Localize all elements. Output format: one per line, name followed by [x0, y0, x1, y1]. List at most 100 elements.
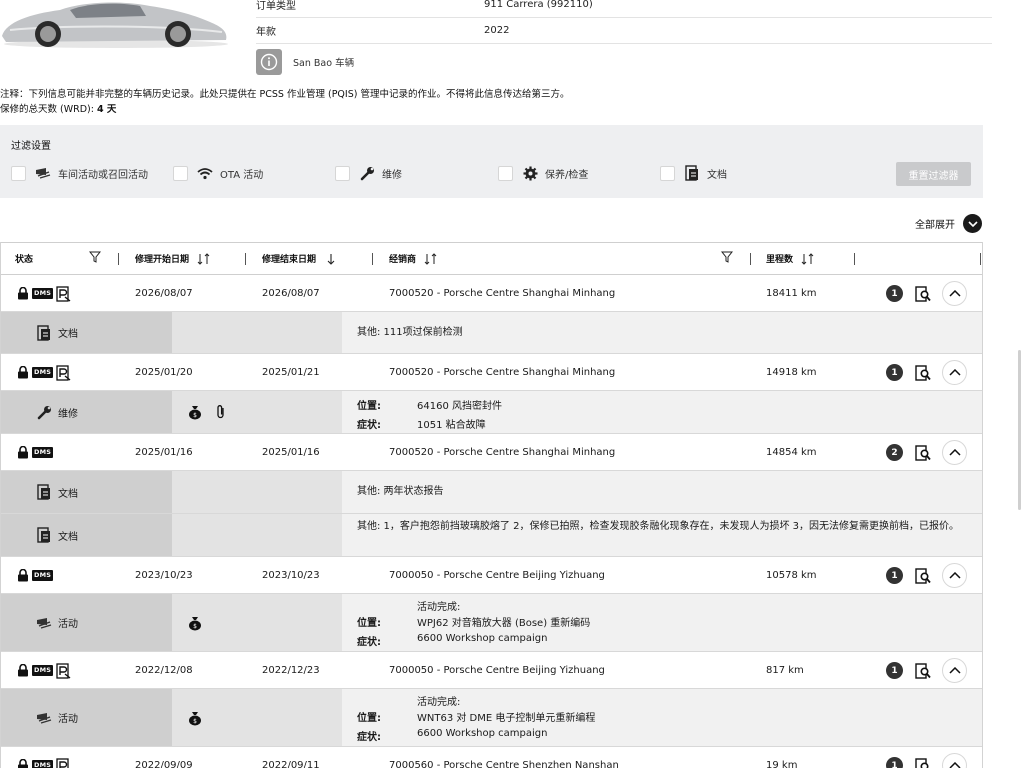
attachment-cell [172, 514, 342, 556]
paperclip-icon[interactable] [215, 404, 227, 420]
column-dealer[interactable]: 经销商 [389, 243, 438, 274]
sub-row: 文档 其他: 111项过保前检测 [1, 312, 982, 354]
info-icon [256, 49, 282, 75]
entry-count-badge: 1 [886, 757, 903, 768]
document-search-icon[interactable] [914, 662, 932, 680]
sub-row: 文档 其他: 1，客户抱怨前挡玻璃胶熔了 2，保修已拍照，检查发现胶条融化现象存… [1, 514, 982, 557]
dealer: 7000050 - Porsche Centre Beijing Yizhuan… [389, 665, 605, 676]
expand-all-label: 全部展开 [915, 220, 955, 231]
collapse-button[interactable] [942, 563, 967, 588]
status-icons: DMS [17, 275, 72, 312]
table-row[interactable]: DMS 2025/01/20 2025/01/21 7000520 - Pors… [1, 354, 982, 391]
start-date: 2023/10/23 [135, 570, 193, 581]
end-date: 2023/10/23 [262, 570, 320, 581]
sub-row: 维修 $ 位置: 64160 风挡密封件 症状: 1051 粘合故障 [1, 391, 982, 434]
repair-checkbox[interactable] [335, 165, 350, 181]
lock-icon [18, 664, 28, 677]
filter-option-repair[interactable]: 维修 [335, 165, 402, 181]
end-date: 2022/09/11 [262, 760, 320, 768]
attachment-cell: $ [172, 594, 342, 651]
svg-text:$: $ [193, 623, 197, 630]
document-search-icon[interactable] [914, 757, 932, 768]
collapse-button[interactable] [942, 658, 967, 683]
model-year-label: 年款 [256, 27, 276, 38]
table-header: 状态 修理开始日期 修理结束日期 经销商 里程数 [1, 242, 982, 275]
document-search-icon[interactable] [914, 285, 932, 303]
filter-icon[interactable] [720, 251, 734, 266]
end-date: 2026/08/07 [262, 288, 320, 299]
lock-icon [18, 569, 28, 582]
document-checkbox[interactable] [660, 165, 675, 181]
history-table: 状态 修理开始日期 修理结束日期 经销商 里程数 DMS 2026/08/07 … [0, 242, 983, 768]
money-bag-icon[interactable]: $ [188, 615, 202, 631]
filter-option-label: 保养/检查 [545, 169, 589, 181]
sub-row: 文档 其他: 两年状态报告 [1, 471, 982, 514]
status-icons: DMS [17, 747, 72, 768]
maintenance-checkbox[interactable] [498, 165, 513, 181]
campaign-checkbox[interactable] [11, 165, 26, 181]
table-row[interactable]: DMS 2026/08/07 2026/08/07 7000520 - Pors… [1, 275, 982, 312]
collapse-button[interactable] [942, 360, 967, 385]
sub-description: 其他: 两年状态报告 [357, 486, 444, 497]
money-bag-icon[interactable]: $ [188, 404, 202, 420]
wrench-icon [36, 404, 52, 420]
lock-icon [18, 287, 28, 300]
status-icons: DMS [17, 652, 72, 689]
lock-icon [18, 446, 28, 459]
entry-count-badge: 1 [886, 364, 903, 381]
document-icon [36, 484, 52, 500]
dms-badge: DMS [32, 570, 54, 581]
mileage: 10578 km [766, 570, 817, 581]
chevron-down-icon[interactable] [963, 214, 982, 233]
sub-type: 文档 [1, 514, 172, 556]
dealer: 7000560 - Porsche Centre Shenzhen Nansha… [389, 760, 619, 768]
column-end-date[interactable]: 修理结束日期 [262, 243, 336, 274]
ota-checkbox[interactable] [173, 165, 188, 181]
collapse-button[interactable] [942, 440, 967, 465]
filter-option-document[interactable]: 文档 [660, 165, 727, 181]
mileage: 817 km [766, 665, 804, 676]
attachment-cell [172, 471, 342, 513]
attachment-cell: $ [172, 689, 342, 746]
sort-icon[interactable] [424, 252, 438, 265]
filter-option-ota[interactable]: OTA 活动 [173, 165, 263, 181]
start-date: 2026/08/07 [135, 288, 193, 299]
filter-title: 过滤设置 [11, 141, 51, 152]
document-icon [36, 527, 52, 543]
start-date: 2022/09/09 [135, 760, 193, 768]
end-date: 2022/12/23 [262, 665, 320, 676]
reset-filter-button[interactable]: 重置过滤器 [896, 162, 971, 186]
wifi-icon [196, 165, 214, 181]
table-row[interactable]: DMS 2025/01/16 2025/01/16 7000520 - Pors… [1, 434, 982, 471]
filter-option-campaign[interactable]: 车间活动或召回活动 [11, 165, 148, 181]
table-row[interactable]: DMS 2022/12/08 2022/12/23 7000050 - Pors… [1, 652, 982, 689]
sub-row: 活动 $ 活动完成: 位置: WPJ62 对音箱放大器 (Bose) 重新编码 症… [1, 594, 982, 652]
column-start-date[interactable]: 修理开始日期 [135, 243, 211, 274]
expand-all-toggle[interactable]: 全部展开 [915, 214, 982, 233]
sanbao-indicator: San Bao 车辆 [256, 49, 354, 75]
model-year-value: 2022 [484, 25, 510, 36]
document-search-icon[interactable] [914, 364, 932, 382]
entry-count-badge: 1 [886, 567, 903, 584]
filter-option-label: 文档 [707, 169, 727, 181]
document-icon [683, 165, 701, 181]
money-bag-icon[interactable]: $ [188, 710, 202, 726]
entry-count-badge: 1 [886, 285, 903, 302]
manual-document-icon [56, 757, 69, 768]
sort-icon[interactable] [801, 252, 815, 265]
status-icons: DMS [17, 557, 54, 594]
sort-desc-icon[interactable] [326, 253, 336, 265]
dms-badge: DMS [32, 665, 54, 676]
document-search-icon[interactable] [914, 567, 932, 585]
collapse-button[interactable] [942, 753, 967, 768]
scrollbar[interactable] [1018, 350, 1021, 510]
document-search-icon[interactable] [914, 444, 932, 462]
column-mileage[interactable]: 里程数 [766, 243, 815, 274]
table-row[interactable]: DMS 2022/09/09 2022/09/11 7000560 - Pors… [1, 747, 982, 768]
collapse-button[interactable] [942, 281, 967, 306]
table-row[interactable]: DMS 2023/10/23 2023/10/23 7000050 - Pors… [1, 557, 982, 594]
sort-icon[interactable] [197, 252, 211, 265]
filter-option-maintenance[interactable]: 保养/检查 [498, 165, 588, 181]
filter-icon[interactable] [88, 251, 102, 266]
sub-type: 维修 [1, 391, 172, 433]
